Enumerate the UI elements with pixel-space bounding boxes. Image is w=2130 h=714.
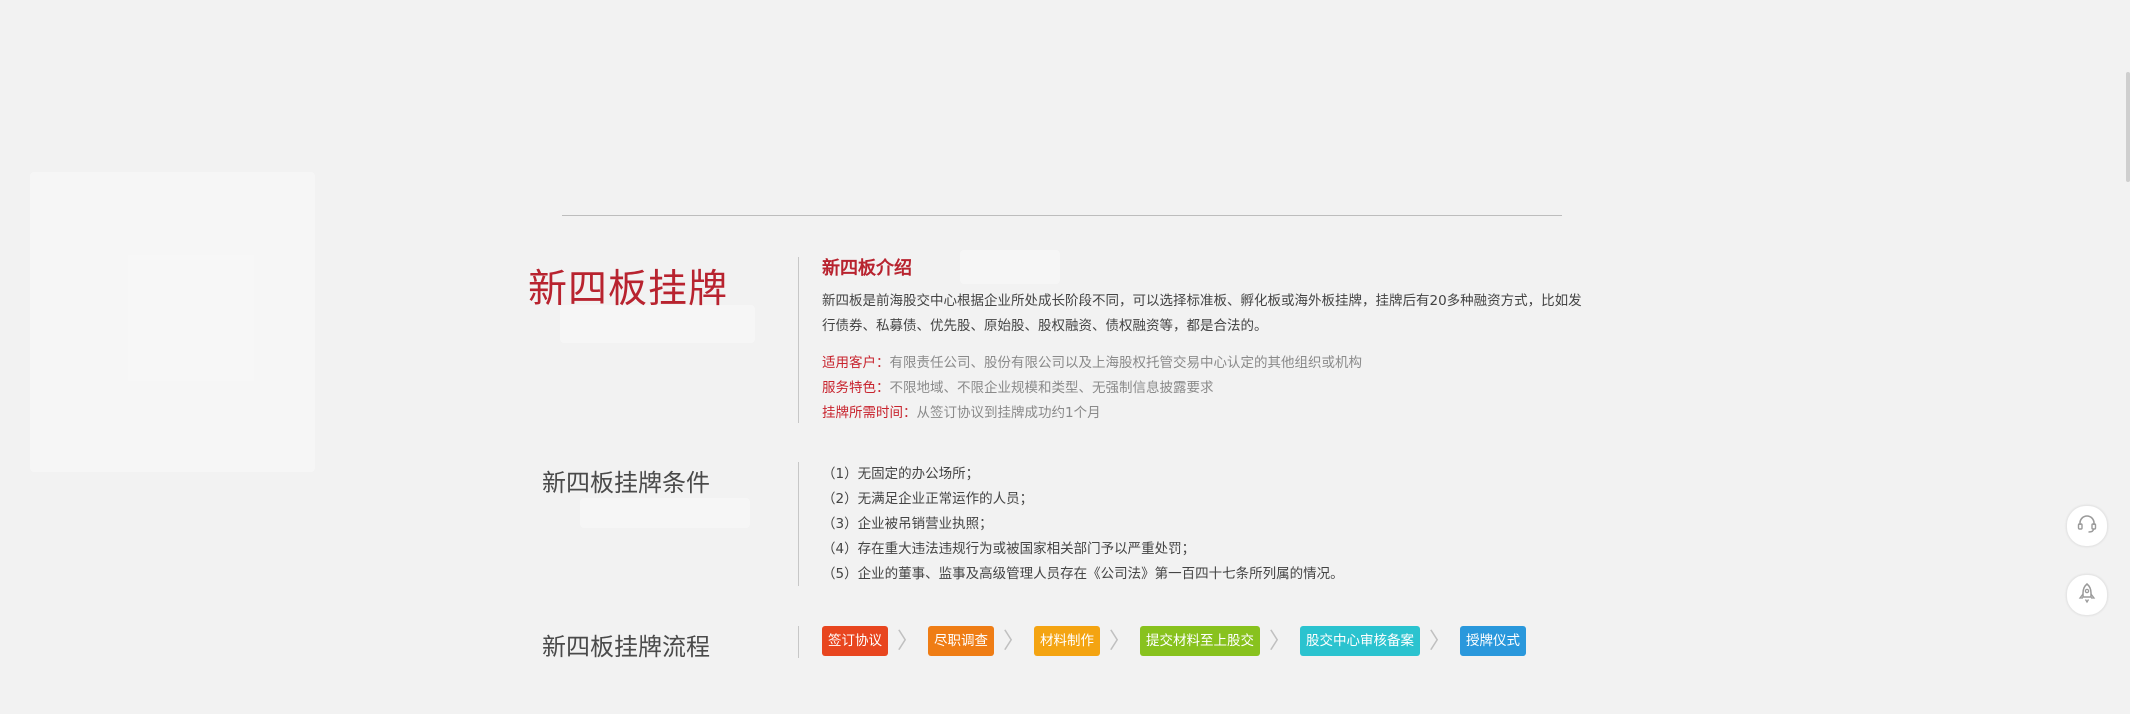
chevron-right-icon: 〉 <box>1002 628 1025 653</box>
info-item: 服务特色：不限地域、不限企业规模和类型、无强制信息披露要求 <box>822 376 1582 401</box>
condition-item: （5）企业的董事、监事及高级管理人员存在《公司法》第一百四十七条所列属的情况。 <box>822 566 1344 582</box>
step-sign-agreement: 签订协议 <box>822 626 888 656</box>
step-materials: 材料制作 <box>1034 626 1100 656</box>
condition-item: （4）存在重大违法违规行为或被国家相关部门予以严重处罚； <box>822 541 1196 557</box>
intro-text: 新四板是前海股交中心根据企业所处成长阶段不同，可以选择标准板、孵化板或海外板挂牌… <box>822 293 1582 334</box>
section-divider <box>798 462 799 586</box>
conditions-list: （1）无固定的办公场所； （2）无满足企业正常运作的人员； （3）企业被吊销营业… <box>822 462 1344 587</box>
step-submit: 提交材料至上股交 <box>1140 626 1260 656</box>
info-item: 挂牌所需时间：从签订协议到挂牌成功约1个月 <box>822 401 1582 426</box>
intro-block: 新四板介绍 新四板是前海股交中心根据企业所处成长阶段不同，可以选择标准板、孵化板… <box>822 256 1582 426</box>
section-divider <box>798 257 799 423</box>
chevron-right-icon: 〉 <box>1268 628 1291 653</box>
chevron-right-icon: 〉 <box>1428 628 1451 653</box>
background-panel <box>30 172 315 472</box>
customer-service-icon <box>2075 512 2099 541</box>
step-review: 股交中心审核备案 <box>1300 626 1420 656</box>
info-value: 不限地域、不限企业规模和类型、无强制信息披露要求 <box>889 380 1214 396</box>
step-due-diligence: 尽职调查 <box>928 626 994 656</box>
condition-item: （2）无满足企业正常运作的人员； <box>822 491 1034 507</box>
scrollbar-thumb[interactable] <box>2126 72 2130 182</box>
chevron-right-icon: 〉 <box>1108 628 1131 653</box>
page-title: 新四板挂牌 <box>528 267 729 312</box>
info-list: 适用客户：有限责任公司、股份有限公司以及上海股权托管交易中心认定的其他组织或机构… <box>822 351 1582 426</box>
info-value: 从签订协议到挂牌成功约1个月 <box>916 405 1101 421</box>
info-label: 挂牌所需时间： <box>822 405 917 421</box>
info-value: 有限责任公司、股份有限公司以及上海股权托管交易中心认定的其他组织或机构 <box>889 355 1363 371</box>
intro-heading: 新四板介绍 <box>822 258 912 279</box>
chevron-right-icon: 〉 <box>896 628 919 653</box>
top-divider <box>562 215 1562 216</box>
scrollbar[interactable] <box>2126 0 2130 714</box>
process-title: 新四板挂牌流程 <box>542 633 710 661</box>
condition-item: （3）企业被吊销营业执照； <box>822 516 993 532</box>
info-label: 服务特色： <box>822 380 890 396</box>
step-ceremony: 授牌仪式 <box>1460 626 1526 656</box>
background-panel <box>580 498 750 528</box>
customer-service-button[interactable] <box>2066 505 2108 547</box>
process-flow: 签订协议 〉 尽职调查 〉 材料制作 〉 提交材料至上股交 〉 股交中心审核备案… <box>822 626 1526 656</box>
conditions-title: 新四板挂牌条件 <box>542 469 710 497</box>
back-to-top-button[interactable] <box>2066 574 2108 616</box>
info-item: 适用客户：有限责任公司、股份有限公司以及上海股权托管交易中心认定的其他组织或机构 <box>822 351 1582 376</box>
section-divider <box>798 626 799 658</box>
condition-item: （1）无固定的办公场所； <box>822 466 980 482</box>
info-label: 适用客户： <box>822 355 890 371</box>
rocket-icon <box>2075 581 2099 610</box>
